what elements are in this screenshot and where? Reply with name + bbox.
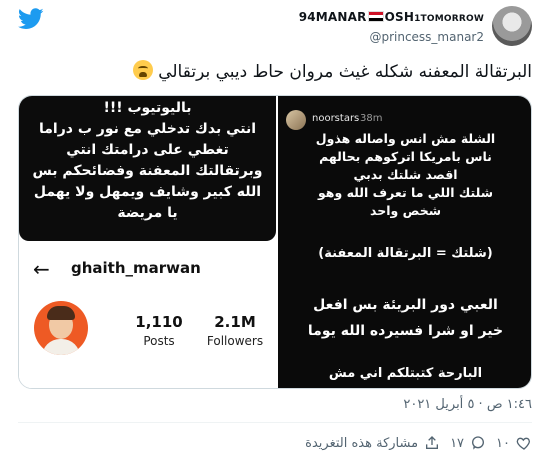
- story-line: ناس بامريكا اتركوهم بحالهم: [319, 149, 492, 164]
- story-avatar: [286, 110, 306, 130]
- followers-count: 2.1M: [214, 313, 256, 331]
- story-line: خير او شرا فسيرده الله يوما: [307, 323, 504, 339]
- story-line: العبي دور البريئة بس افعل: [313, 297, 498, 313]
- share-icon: [426, 436, 439, 449]
- like-action[interactable]: ١٠: [496, 435, 532, 451]
- media-image-right[interactable]: noorstars 38m الشلة مش انس واصاله هذول ن…: [278, 96, 531, 388]
- story-line: وبرتقالتك المعفنة وفضائحكم بس: [32, 163, 263, 179]
- story-time: 38m: [360, 113, 383, 124]
- media-image-left[interactable]: باليوتيوب !!! انتي بدك تدخلي مع نور ب در…: [19, 96, 276, 388]
- display-name-part: OSH: [384, 10, 415, 24]
- posts-stat: 1,110 Posts: [129, 313, 189, 348]
- story-line: يا مريضة: [117, 205, 178, 221]
- followers-label: Followers: [206, 334, 264, 348]
- back-arrow-icon: ←: [33, 257, 50, 281]
- tweet-text: البرتقالة المعفنه شكله غيث مروان حاط ديب…: [32, 60, 532, 82]
- story-text-block-1: الشلة مش انس واصاله هذول ناس بامريكا اتر…: [282, 130, 529, 220]
- story-line: اقصد شلتك بدبي: [353, 167, 458, 182]
- followers-stat: 2.1M Followers: [199, 313, 271, 348]
- story-line: شخص واحد: [370, 203, 441, 218]
- flag-icon: [367, 11, 384, 22]
- crying-face-icon: [132, 60, 153, 80]
- posts-count: 1,110: [135, 313, 183, 331]
- story-text: باليوتيوب !!! انتي بدك تدخلي مع نور ب در…: [25, 98, 270, 224]
- avatar-body: [42, 339, 80, 355]
- twitter-bird-icon[interactable]: [18, 8, 44, 30]
- share-label: مشاركة هذه التغريدة: [305, 435, 419, 451]
- story-line: انتي بدك تدخلي مع نور ب دراما: [38, 121, 257, 137]
- tweet-actions: ١٠ ١٧ مشاركة هذه التغريدة: [305, 433, 532, 453]
- like-count: ١٠: [496, 435, 510, 451]
- tweet-text-body: البرتقالة المعفنه شكله غيث مروان حاط ديب…: [158, 62, 532, 82]
- story-line: باليوتيوب !!!: [103, 100, 192, 116]
- avatar-hair: [47, 306, 75, 320]
- story-header: noorstars 38m: [286, 110, 526, 132]
- tweet-media[interactable]: باليوتيوب !!! انتي بدك تدخلي مع نور ب در…: [18, 95, 532, 389]
- story-text-block: باليوتيوب !!! انتي بدك تدخلي مع نور ب در…: [19, 96, 276, 241]
- display-name-tail: 1TOMORROW: [414, 14, 484, 24]
- profile-avatar: [34, 301, 88, 355]
- retweet-action[interactable]: ١٧: [450, 435, 486, 451]
- author-display-name[interactable]: 94MANAR OSH1TOMORROW: [299, 10, 484, 24]
- story-cut-line: البارحة كتبتلكم اني مش: [328, 366, 483, 381]
- story-line: تغطي على درامتك انتي: [66, 142, 229, 158]
- story-username: noorstars: [312, 113, 360, 124]
- author-avatar[interactable]: [492, 6, 532, 46]
- story-line: شلتك اللي ما تعرف الله وهو: [317, 185, 494, 200]
- story-equation-line: (شلتك = البرتقالة المعفنة): [318, 246, 493, 261]
- tweet-card: 94MANAR OSH1TOMORROW @princess_manar2 الب…: [0, 0, 550, 468]
- retweet-count: ١٧: [450, 435, 465, 451]
- story-text-block-3: العبي دور البريئة بس افعل خير او شرا فسي…: [282, 292, 529, 344]
- heart-icon: [516, 437, 530, 450]
- share-action[interactable]: مشاركة هذه التغريدة: [305, 435, 440, 451]
- tweet-timestamp[interactable]: ١:٤٦ ص · ٥ أبريل ٢٠٢١: [403, 397, 532, 412]
- story-line: الله كبير وشايف ويمهل ولا يهمل: [33, 184, 262, 200]
- display-name-part: 94MANAR: [298, 10, 367, 24]
- profile-username: ghaith_marwan: [71, 259, 201, 277]
- author-handle[interactable]: @princess_manar2: [369, 30, 484, 44]
- instagram-profile: ← ghaith_marwan 1,110 Posts 2.1M Followe…: [19, 241, 276, 388]
- divider: [18, 422, 532, 423]
- story-line: الشلة مش انس واصاله هذول: [315, 131, 496, 146]
- retweet-icon: [472, 436, 485, 450]
- posts-label: Posts: [143, 334, 175, 348]
